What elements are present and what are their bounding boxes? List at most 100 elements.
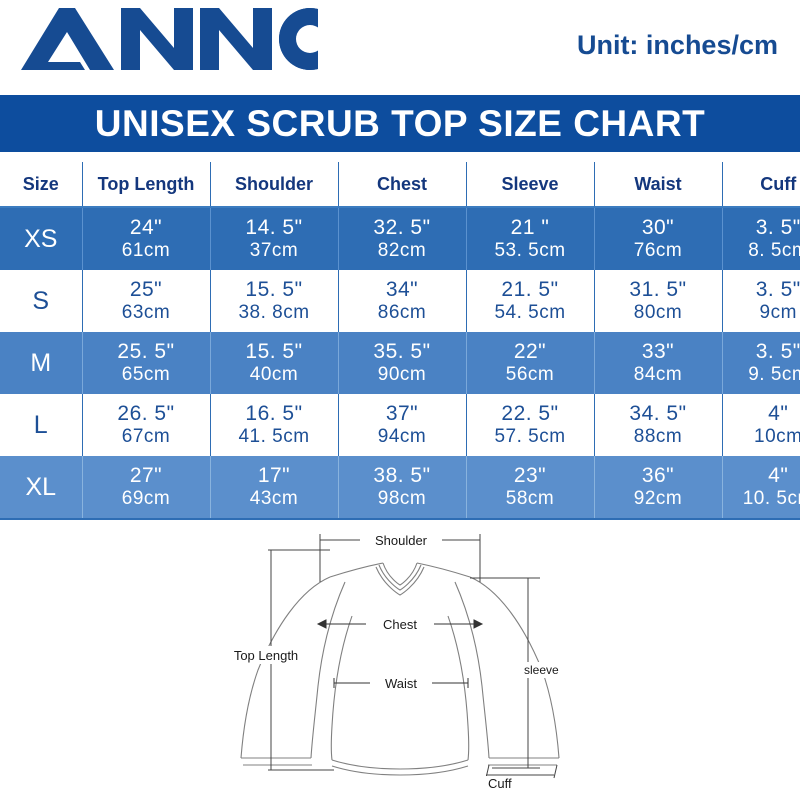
page-title: UNISEX SCRUB TOP SIZE CHART [94, 103, 706, 144]
value-cm: 88cm [633, 425, 683, 447]
value-inches: 21 " [510, 216, 550, 240]
value-inches: 15. 5" [245, 278, 303, 302]
cell-sleeve: 23" 58cm [465, 456, 595, 520]
cell-size: S [0, 270, 83, 332]
column-header-chest: Chest [337, 162, 467, 208]
cell-sleeve: 22" 56cm [465, 332, 595, 394]
value-inches: 33" [641, 340, 675, 364]
value-inches: 21. 5" [501, 278, 559, 302]
table-body: XS 24" 61cm 14. 5" 37cm 32. 5" 82cm 21 "… [0, 207, 800, 520]
value-inches: 25. 5" [117, 340, 175, 364]
value-inches: 37" [385, 402, 419, 426]
shoulder-label: Shoulder [375, 533, 428, 548]
value-inches: 38. 5" [373, 464, 431, 488]
value-inches: 31. 5" [629, 278, 687, 302]
value-cm: 86cm [377, 301, 427, 323]
cell-chest: 34" 86cm [337, 270, 467, 332]
value-cm: 10. 5cm [742, 487, 800, 509]
cell-chest: 35. 5" 90cm [337, 332, 467, 394]
unit-label: Unit: inches/cm [576, 30, 778, 60]
value-inches: 22. 5" [501, 402, 559, 426]
cell-size: XL [0, 456, 83, 520]
cell-chest: 32. 5" 82cm [337, 207, 467, 270]
waist-label: Waist [385, 676, 417, 691]
value-cm: 8. 5cm [748, 239, 800, 261]
value-inches: 15. 5" [245, 340, 303, 364]
cell-waist: 31. 5" 80cm [593, 270, 723, 332]
cell-shoulder: 14. 5" 37cm [209, 207, 339, 270]
size-label: XS [24, 224, 58, 253]
column-header-waist: Waist [593, 162, 723, 208]
value-cm: 38. 8cm [238, 301, 310, 323]
value-cm: 76cm [633, 239, 683, 261]
value-cm: 69cm [121, 487, 171, 509]
cell-waist: 33" 84cm [593, 332, 723, 394]
cell-size: M [0, 332, 83, 394]
chest-label: Chest [383, 617, 417, 632]
value-cm: 40cm [249, 363, 299, 385]
cell-top-length: 27" 69cm [81, 456, 211, 520]
table-row: XS 24" 61cm 14. 5" 37cm 32. 5" 82cm 21 "… [0, 207, 800, 270]
title-banner: UNISEX SCRUB TOP SIZE CHART [0, 95, 800, 152]
value-inches: 34. 5" [629, 402, 687, 426]
value-inches: 32. 5" [373, 216, 431, 240]
value-inches: 3. 5" [755, 340, 800, 364]
value-inches: 3. 5" [755, 216, 800, 240]
logo-letter-n-2 [200, 8, 272, 70]
value-cm: 90cm [377, 363, 427, 385]
value-inches: 16. 5" [245, 402, 303, 426]
value-cm: 80cm [633, 301, 683, 323]
value-inches: 4" [768, 402, 789, 426]
value-inches: 17" [257, 464, 291, 488]
cell-cuff: 3. 5" 8. 5cm [721, 207, 800, 270]
value-cm: 94cm [377, 425, 427, 447]
size-label: L [33, 410, 48, 439]
cell-shoulder: 15. 5" 40cm [209, 332, 339, 394]
column-header-sleeve: Sleeve [465, 162, 595, 208]
value-inches: 25" [129, 278, 163, 302]
value-cm: 9. 5cm [748, 363, 800, 385]
cell-size: L [0, 394, 83, 456]
table-header-row: Size Top Length Shoulder Chest Sleeve Wa… [0, 162, 800, 208]
measurement-diagram: Shoulder Top Length sleeve Chest Waist C… [0, 520, 800, 792]
cell-waist: 34. 5" 88cm [593, 394, 723, 456]
cell-shoulder: 17" 43cm [209, 456, 339, 520]
cell-waist: 30" 76cm [593, 207, 723, 270]
value-cm: 41. 5cm [238, 425, 310, 447]
value-inches: 35. 5" [373, 340, 431, 364]
value-cm: 61cm [121, 239, 171, 261]
value-cm: 67cm [121, 425, 171, 447]
value-inches: 30" [641, 216, 675, 240]
value-inches: 27" [129, 464, 163, 488]
cell-top-length: 24" 61cm [81, 207, 211, 270]
cell-waist: 36" 92cm [593, 456, 723, 520]
size-label: XL [25, 472, 57, 501]
column-header-cuff: Cuff [721, 162, 800, 208]
value-inches: 22" [513, 340, 547, 364]
column-header-size: Size [0, 162, 83, 208]
table-row: L 26. 5" 67cm 16. 5" 41. 5cm 37" 94cm 22… [0, 394, 800, 456]
value-inches: 26. 5" [117, 402, 175, 426]
value-cm: 53. 5cm [494, 239, 566, 261]
value-cm: 9cm [759, 301, 797, 323]
top-length-label: Top Length [234, 648, 298, 663]
table-row: XL 27" 69cm 17" 43cm 38. 5" 98cm 23" 58c… [0, 456, 800, 520]
size-label: M [30, 348, 52, 377]
table-row: S 25" 63cm 15. 5" 38. 8cm 34" 86cm 21. 5… [0, 270, 800, 332]
value-inches: 4" [768, 464, 789, 488]
value-cm: 92cm [633, 487, 683, 509]
value-inches: 14. 5" [245, 216, 303, 240]
page-header: Unit: inches/cm [0, 0, 800, 95]
value-cm: 98cm [377, 487, 427, 509]
table-row: M 25. 5" 65cm 15. 5" 40cm 35. 5" 90cm 22… [0, 332, 800, 394]
size-label: S [32, 286, 50, 315]
column-header-top-length: Top Length [81, 162, 211, 208]
value-inches: 34" [385, 278, 419, 302]
value-cm: 54. 5cm [494, 301, 566, 323]
value-cm: 57. 5cm [494, 425, 566, 447]
cell-cuff: 3. 5" 9. 5cm [721, 332, 800, 394]
cuff-label: Cuff [488, 776, 512, 791]
size-chart-table: Size Top Length Shoulder Chest Sleeve Wa… [0, 162, 800, 520]
value-cm: 65cm [121, 363, 171, 385]
cell-top-length: 26. 5" 67cm [81, 394, 211, 456]
